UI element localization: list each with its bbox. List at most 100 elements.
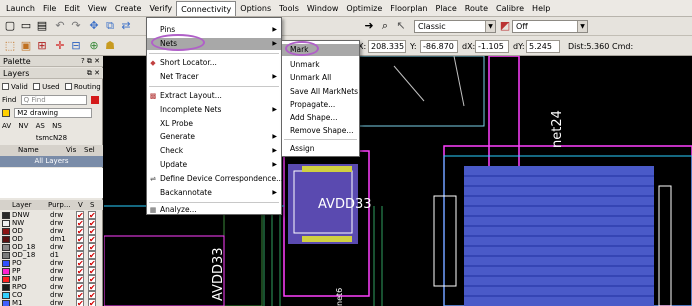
menu-item-extract-layout[interactable]: ▩ Extract Layout... [147, 90, 281, 102]
visible-checkbox[interactable]: ✔ [76, 235, 84, 244]
panel-controls-icon[interactable]: ? ⧉ ✕ [81, 56, 100, 67]
selectable-checkbox[interactable]: ✔ [88, 243, 96, 252]
selectable-checkbox[interactable]: ✔ [88, 259, 96, 268]
menu-floorplan[interactable]: Floorplan [386, 1, 431, 16]
selectable-checkbox[interactable]: ✔ [88, 299, 96, 306]
open-icon[interactable]: ▭ [19, 19, 33, 33]
visible-checkbox[interactable]: ✔ [76, 291, 84, 300]
routing-checkbox[interactable] [64, 83, 72, 90]
menu-item-pins[interactable]: Pins ▶ [147, 24, 281, 36]
menu-item-analyze[interactable]: ▦ Analyze... [147, 204, 281, 216]
menu-connectivity[interactable]: Connectivity [176, 0, 237, 16]
save-icon[interactable]: ▤ [35, 19, 49, 33]
valid-checkbox[interactable] [2, 83, 9, 90]
selectable-checkbox[interactable]: ✔ [88, 227, 96, 236]
purpose-column: Purp... [48, 201, 71, 209]
find-color-button[interactable] [90, 96, 99, 104]
new-icon[interactable]: ▢ [3, 19, 17, 33]
menu-window[interactable]: Window [303, 1, 343, 16]
selectable-checkbox[interactable]: ✔ [88, 275, 96, 284]
menu-item-short-locator[interactable]: ◆ Short Locator... [147, 57, 281, 69]
menu-optimize[interactable]: Optimize [342, 1, 386, 16]
copy-icon[interactable]: ⧉ [103, 19, 117, 33]
zoom-icon[interactable]: ⊕ [87, 39, 101, 53]
menu-item-unmark[interactable]: Unmark [282, 59, 359, 71]
current-layer-combo[interactable]: M2 drawing [14, 108, 93, 118]
selectable-checkbox[interactable]: ✔ [88, 211, 96, 220]
menu-verify[interactable]: Verify [145, 1, 176, 16]
menu-route[interactable]: Route [461, 1, 492, 16]
menu-item-net-tracer[interactable]: Net Tracer ▶ [147, 71, 281, 83]
menu-item-check[interactable]: Check ▶ [147, 145, 281, 157]
menu-item-xl-probe[interactable]: XL Probe [147, 118, 281, 130]
menu-item-backannotate[interactable]: Backannotate ▶ [147, 187, 281, 199]
menu-item-generate[interactable]: Generate ▶ [147, 131, 281, 143]
lpp-header: Name Vis Sel [0, 145, 103, 156]
visible-checkbox[interactable]: ✔ [76, 299, 84, 306]
all-layers-row[interactable]: All Layers [0, 156, 103, 167]
analyze-icon: ▦ [149, 206, 157, 214]
undo-icon[interactable]: ↶ [53, 19, 67, 33]
menu-item-add-shape[interactable]: Add Shape... [282, 112, 359, 124]
view-combo[interactable]: Classic ▼ [414, 20, 496, 33]
menu-item-update[interactable]: Update ▶ [147, 159, 281, 171]
menu-item-mark[interactable]: Mark [282, 44, 359, 56]
menu-file[interactable]: File [39, 1, 60, 16]
zoom-fit-icon[interactable]: ⊞ [35, 39, 49, 53]
selectable-checkbox[interactable]: ✔ [88, 267, 96, 276]
filter-nv[interactable]: NV [18, 122, 28, 130]
crosshair-icon[interactable]: ✛ [53, 39, 67, 53]
search-icon[interactable]: ⌕ [378, 19, 392, 33]
visible-checkbox[interactable]: ✔ [76, 211, 84, 220]
arrow-right-icon[interactable]: ➜ [362, 19, 376, 33]
select-icon[interactable]: ⬚ [3, 39, 17, 53]
visible-checkbox[interactable]: ✔ [76, 275, 84, 284]
visible-checkbox[interactable]: ✔ [76, 267, 84, 276]
menu-item-assign[interactable]: Assign [282, 143, 359, 155]
panel-controls-icon[interactable]: ⧉ ✕ [87, 68, 100, 79]
menu-calibre[interactable]: Calibre [492, 1, 528, 16]
menu-item-define-device-correspondence[interactable]: ⇌ Define Device Correspondence... [147, 173, 283, 185]
menu-options[interactable]: Options [236, 1, 275, 16]
menu-view[interactable]: View [84, 1, 111, 16]
menu-item-nets[interactable]: Nets ▶ [147, 38, 281, 50]
filter-av[interactable]: AV [2, 122, 11, 130]
menu-place[interactable]: Place [431, 1, 460, 16]
menu-edit[interactable]: Edit [60, 1, 84, 16]
visible-checkbox[interactable]: ✔ [76, 227, 84, 236]
selectable-checkbox[interactable]: ✔ [88, 235, 96, 244]
find-row: Find Q Find [0, 95, 103, 106]
menu-item-save-all-marknets[interactable]: Save All MarkNets [282, 86, 359, 98]
menu-launch[interactable]: Launch [2, 1, 39, 16]
menu-item-remove-shape[interactable]: Remove Shape... [282, 125, 359, 137]
stretch-icon[interactable]: ✥ [87, 19, 101, 33]
selectable-checkbox[interactable]: ✔ [88, 251, 96, 260]
visible-checkbox[interactable]: ✔ [76, 259, 84, 268]
visible-checkbox[interactable]: ✔ [76, 251, 84, 260]
used-checkbox[interactable] [33, 83, 41, 90]
area-select-icon[interactable]: ▣ [19, 39, 33, 53]
selectable-checkbox[interactable]: ✔ [88, 291, 96, 300]
menu-create[interactable]: Create [111, 1, 146, 16]
menu-item-propagate[interactable]: Propagate... [282, 99, 359, 111]
layer-row[interactable]: M1 drw ✔ ✔ [0, 299, 103, 306]
selectable-checkbox[interactable]: ✔ [88, 219, 96, 228]
visible-checkbox[interactable]: ✔ [76, 243, 84, 252]
visible-checkbox[interactable]: ✔ [76, 283, 84, 292]
filter-ns[interactable]: NS [52, 122, 62, 130]
menu-item-incomplete-nets[interactable]: Incomplete Nets ▶ [147, 104, 281, 116]
menu-help[interactable]: Help [528, 1, 554, 16]
probe-icon[interactable]: ☗ [103, 39, 117, 53]
redo-icon[interactable]: ↷ [69, 19, 83, 33]
visible-checkbox[interactable]: ✔ [76, 219, 84, 228]
find-input[interactable]: Q Find [20, 95, 87, 105]
move-icon[interactable]: ⇄ [119, 19, 133, 33]
menu-item-unmark-all[interactable]: Unmark All [282, 72, 359, 84]
snap-combo[interactable]: Off ▼ [512, 20, 588, 33]
ruler-icon[interactable]: ⊟ [69, 39, 83, 53]
selectable-checkbox[interactable]: ✔ [88, 283, 96, 292]
snap-combo-value: Off [516, 22, 528, 31]
pointer-icon[interactable]: ↖ [394, 19, 408, 33]
filter-as[interactable]: AS [36, 122, 45, 130]
menu-tools[interactable]: Tools [275, 1, 303, 16]
